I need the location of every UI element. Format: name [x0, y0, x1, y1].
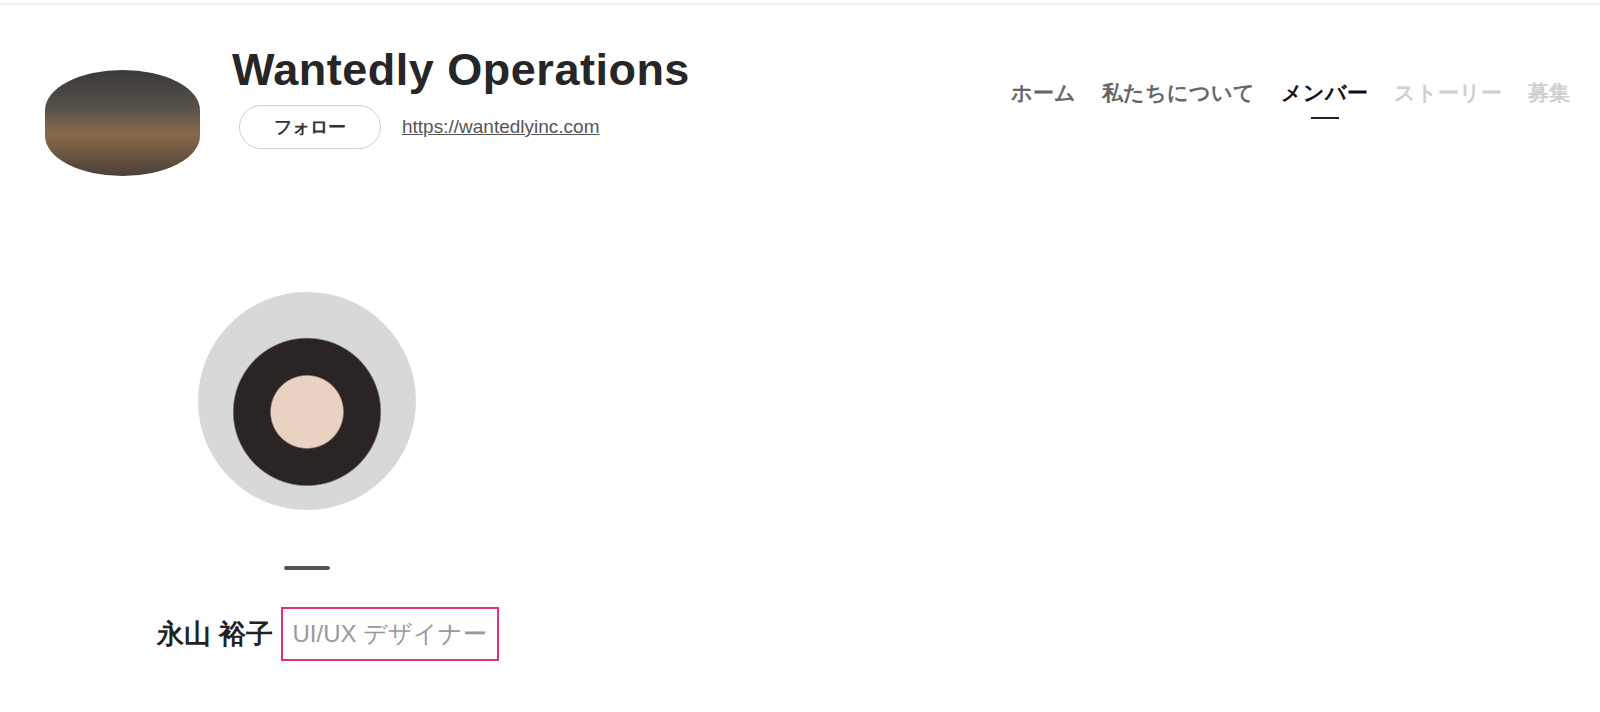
nav-tab[interactable]: メンバー — [1281, 79, 1368, 119]
nav-tab[interactable]: ホーム — [1011, 79, 1076, 119]
member-role: UI/UX デザイナー — [281, 607, 500, 661]
nav-tabs: ホーム私たちについてメンバーストーリー募集 — [1011, 43, 1570, 119]
nav-tab[interactable]: 募集 — [1528, 79, 1570, 119]
member-name-row: 永山 裕子UI/UX デザイナー — [157, 607, 1600, 661]
company-info: Wantedly Operations フォロー https://wantedlyi… — [232, 43, 690, 149]
company-name: Wantedly Operations — [232, 43, 690, 97]
nav-underline — [1535, 117, 1563, 119]
nav-underline — [1434, 117, 1462, 119]
nav-tab-label: 募集 — [1528, 79, 1570, 107]
nav-tab-label: メンバー — [1281, 79, 1368, 107]
nav-tab[interactable]: 私たちについて — [1102, 79, 1255, 119]
divider-dash — [284, 566, 330, 570]
nav-tab-label: ホーム — [1011, 79, 1076, 107]
nav-underline — [1311, 117, 1339, 119]
company-url-link[interactable]: https://wantedlyinc.com — [402, 116, 599, 138]
nav-underline — [1030, 117, 1058, 119]
nav-tab[interactable]: ストーリー — [1394, 79, 1502, 119]
company-logo[interactable] — [45, 70, 200, 176]
top-border — [0, 0, 1600, 5]
member-card: 永山 裕子UI/UX デザイナー — [0, 292, 1600, 661]
company-header: Wantedly Operations フォロー https://wantedlyi… — [0, 5, 1600, 176]
avatar-column — [198, 292, 416, 570]
member-photo[interactable] — [198, 292, 416, 510]
nav-tab-label: ストーリー — [1394, 79, 1502, 107]
member-name: 永山 裕子 — [157, 616, 273, 652]
nav-underline — [1165, 117, 1193, 119]
follow-button[interactable]: フォロー — [239, 105, 381, 149]
nav-tab-label: 私たちについて — [1102, 79, 1255, 107]
follow-row: フォロー https://wantedlyinc.com — [239, 105, 690, 149]
